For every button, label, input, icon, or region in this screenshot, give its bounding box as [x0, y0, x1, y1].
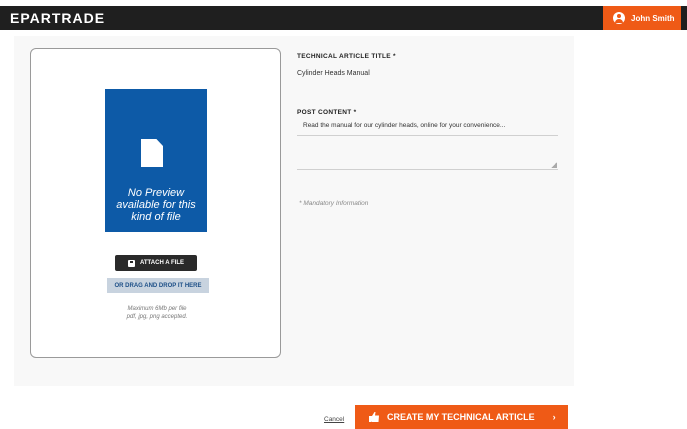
- no-preview-text: No Preview available for this kind of fi…: [116, 187, 196, 223]
- file-upload-card[interactable]: No Preview available for this kind of fi…: [30, 48, 281, 358]
- brand-logo[interactable]: EPARTRADE: [10, 10, 105, 26]
- user-name: John Smith: [631, 13, 675, 23]
- chevron-right-icon: ›: [552, 412, 556, 422]
- content-textarea[interactable]: Read the manual for our cylinder heads, …: [297, 122, 558, 136]
- create-article-label: CREATE MY TECHNICAL ARTICLE: [387, 412, 535, 422]
- thumb-up-icon: [369, 412, 379, 422]
- top-navigation-bar: EPARTRADE John Smith: [0, 6, 687, 30]
- user-icon: [613, 12, 625, 24]
- title-label: TECHNICAL ARTICLE TITLE *: [297, 53, 396, 60]
- content-label: POST CONTENT *: [297, 109, 357, 116]
- drag-drop-zone[interactable]: OR DRAG AND DROP IT HERE: [107, 278, 209, 293]
- upload-hint-types: pdf, jpg, png accepted.: [126, 314, 188, 320]
- mandatory-note: * Mandatory Information: [299, 200, 369, 207]
- file-icon: [141, 139, 163, 167]
- save-icon: [128, 259, 135, 267]
- create-article-button[interactable]: CREATE MY TECHNICAL ARTICLE ›: [355, 405, 568, 429]
- upload-hint: Maximum 6Mb per file pdf, jpg, png accep…: [115, 305, 199, 321]
- cancel-link[interactable]: Cancel: [324, 416, 344, 423]
- resize-handle-icon[interactable]: [551, 162, 557, 168]
- file-preview: No Preview available for this kind of fi…: [105, 89, 207, 232]
- attach-file-label: ATTACH A FILE: [140, 260, 184, 266]
- attach-file-button[interactable]: ATTACH A FILE: [115, 255, 197, 271]
- title-input[interactable]: Cylinder Heads Manual: [297, 70, 370, 77]
- content-textarea-area[interactable]: [297, 140, 558, 170]
- upload-hint-size: Maximum 6Mb per file: [127, 306, 187, 312]
- user-menu-button[interactable]: John Smith: [603, 6, 681, 30]
